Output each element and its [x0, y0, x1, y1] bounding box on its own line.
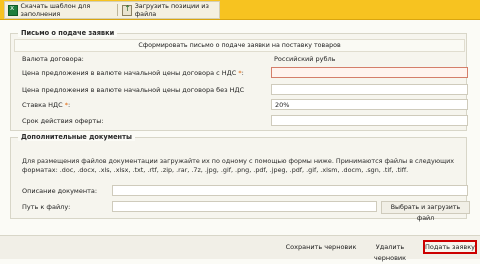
currency-label: Валюта договора: [22, 55, 84, 63]
toolbar: Скачать шаблон для заполнения Загрузить … [0, 0, 480, 20]
file-path-input[interactable] [112, 201, 377, 212]
file-path-label: Путь к файлу: [22, 203, 71, 211]
vat-rate-label: Ставка НДС *: [22, 101, 70, 109]
download-template-label: Скачать шаблон для заполнения [20, 2, 91, 18]
submit-application-button[interactable]: Подать заявку [423, 240, 477, 254]
delete-draft-button[interactable]: Удалить черновик [360, 242, 420, 262]
excel-icon [8, 4, 18, 16]
currency-value: Российский рубль [274, 55, 336, 63]
footer-actions: Сохранить черновик Удалить черновик Пода… [0, 235, 480, 262]
additional-docs-section: Дополнительные документы Для размещения … [10, 133, 470, 222]
download-template-button[interactable]: Скачать шаблон для заполнения [5, 2, 116, 18]
additional-docs-title: Дополнительные документы [18, 133, 135, 141]
toolbar-button-group: Скачать шаблон для заполнения Загрузить … [4, 1, 220, 19]
letter-section-title: Письмо о подаче заявки [18, 29, 118, 37]
label-colon: : [67, 101, 71, 109]
upload-positions-button[interactable]: Загрузить позиции из файла [119, 2, 219, 18]
price-with-vat-label: Цена предложения в валюте начальной цены… [22, 69, 244, 77]
price-without-vat-input[interactable] [271, 84, 468, 95]
letter-section: Письмо о подаче заявки Сформировать пись… [10, 29, 468, 131]
toolbar-separator [117, 4, 119, 16]
document-description-input[interactable] [112, 185, 468, 196]
offer-validity-label: Срок действия оферты: [22, 117, 104, 125]
label-colon: : [241, 69, 244, 77]
save-draft-button[interactable]: Сохранить черновик [285, 242, 357, 253]
price-with-vat-input[interactable] [271, 67, 468, 78]
vat-rate-input[interactable]: 20% [271, 99, 468, 110]
upload-positions-label: Загрузить позиции из файла [134, 2, 209, 18]
document-description-label: Описание документа: [22, 187, 98, 195]
vat-rate-label-text: Ставка НДС [22, 101, 63, 109]
price-without-vat-label: Цена предложения в валюте начальной цены… [22, 86, 245, 94]
generate-letter-button[interactable]: Сформировать письмо о подаче заявки на п… [14, 39, 465, 52]
upload-icon [122, 4, 132, 16]
file-formats-note: Для размещения файлов документации загру… [22, 157, 455, 174]
price-with-vat-label-text: Цена предложения в валюте начальной цены… [22, 69, 237, 77]
offer-validity-input[interactable] [271, 115, 468, 126]
choose-upload-file-button[interactable]: Выбрать и загрузить файл [381, 201, 470, 222]
